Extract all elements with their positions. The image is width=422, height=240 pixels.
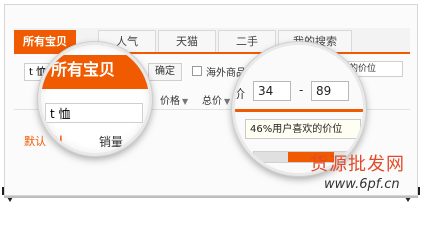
filter-price[interactable]: 价格 ▼: [160, 92, 188, 107]
price-min-input[interactable]: 34: [253, 81, 291, 101]
chevron-down-icon: ▼: [224, 97, 231, 106]
lens-tab-all-items[interactable]: 所有宝贝: [41, 55, 149, 85]
price-range-separator: -: [299, 83, 304, 97]
tab-tmall[interactable]: 天猫: [158, 30, 216, 52]
filter-price-label: 价格: [160, 96, 180, 107]
confirm-button[interactable]: 确定: [148, 63, 182, 81]
watermark-title: 货源批发网: [310, 154, 405, 175]
price-range-label: 价: [233, 87, 246, 101]
magnifier-left: 所有宝贝 t 恤 默认 销量: [38, 42, 152, 156]
filter-total[interactable]: 总价 ▼: [202, 92, 230, 107]
filter-total-label: 总价: [202, 96, 222, 107]
lens-sort-default[interactable]: 默认: [41, 133, 65, 150]
lens-sort-sales[interactable]: 销量: [99, 133, 123, 150]
overseas-checkbox[interactable]: [192, 66, 202, 76]
bar-segment-low: [254, 152, 288, 162]
chevron-down-icon: ▼: [182, 97, 189, 106]
lens-tab-underline: [41, 85, 149, 89]
watermark-url: www.6pf.cn: [324, 177, 400, 192]
lens-right-underline: [235, 109, 363, 112]
price-max-input[interactable]: 89: [311, 81, 349, 101]
price-preference-tooltip: 46%用户喜欢的价位: [245, 119, 361, 139]
lens-search-input[interactable]: t 恤: [45, 103, 143, 123]
